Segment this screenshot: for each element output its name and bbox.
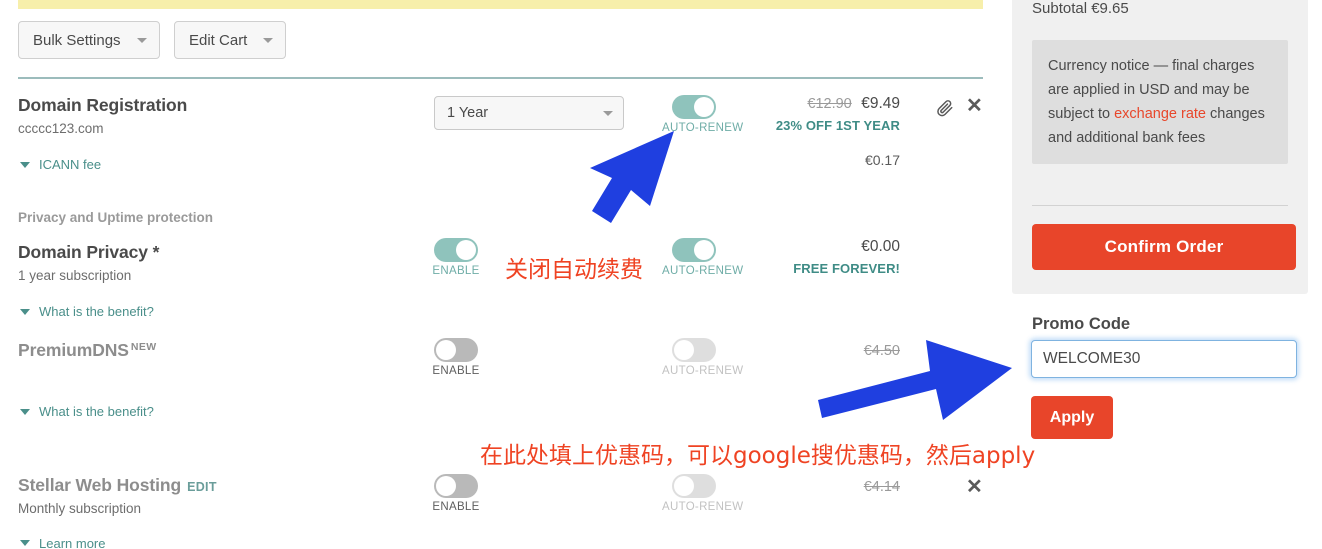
promo-code-title: Promo Code <box>1032 315 1131 333</box>
chevron-down-icon <box>20 308 30 315</box>
enable-toggle[interactable] <box>434 238 478 262</box>
term-value: 1 Year <box>447 105 489 121</box>
toggle-knob <box>456 240 476 260</box>
premiumdns-benefit-label: What is the benefit? <box>39 404 154 419</box>
edit-cart-label: Edit Cart <box>189 31 248 49</box>
price-current: €9.49 <box>861 95 900 112</box>
subtotal-text: Subtotal €9.65 <box>1032 0 1129 17</box>
promo-code-input[interactable] <box>1031 340 1297 378</box>
icann-fee-price: €0.17 <box>864 152 900 168</box>
apply-promo-button[interactable]: Apply <box>1031 396 1113 439</box>
toggle-knob <box>436 476 456 496</box>
paperclip-icon[interactable] <box>936 99 954 122</box>
enable-toggle-wrap-privacy: ENABLE <box>424 238 488 277</box>
close-icon[interactable]: ✕ <box>966 477 983 497</box>
cart-toolbar: Bulk Settings Edit Cart <box>18 21 287 59</box>
enable-toggle-wrap-premiumdns: ENABLE <box>424 338 488 377</box>
item-name: Domain Privacy * <box>18 242 160 262</box>
auto-renew-label: AUTO-RENEW <box>662 365 744 377</box>
premiumdns-benefit-disclosure[interactable]: What is the benefit? <box>20 404 154 419</box>
edit-hosting-link[interactable]: EDIT <box>187 480 217 494</box>
annotation-arrow-auto-renew <box>590 131 674 223</box>
price-block-domain: €12.90 €9.49 23% OFF 1ST YEAR €0.17 <box>700 95 900 168</box>
hosting-learn-more-disclosure[interactable]: Learn more <box>20 537 105 549</box>
term-select[interactable]: 1 Year <box>434 96 624 130</box>
toggle-knob <box>674 340 694 360</box>
sidebar-divider <box>1032 205 1288 206</box>
edit-cart-dropdown[interactable]: Edit Cart <box>174 21 287 59</box>
hosting-learn-more-label: Learn more <box>39 537 106 549</box>
bulk-settings-label: Bulk Settings <box>33 31 121 49</box>
item-name: PremiumDNS <box>18 340 129 360</box>
enable-toggle-wrap-hosting: ENABLE <box>424 474 488 513</box>
item-subtitle: ccccc123.com <box>18 121 104 136</box>
annotation-auto-renew-note: 关闭自动续费 <box>505 257 643 283</box>
icann-fee-label: ICANN fee <box>39 157 102 172</box>
price-original: €4.14 <box>863 479 900 495</box>
confirm-order-button[interactable]: Confirm Order <box>1032 224 1296 270</box>
price-block-hosting: €4.14 <box>700 479 900 495</box>
price-block-privacy: €0.00 FREE FOREVER! <box>700 238 900 276</box>
exchange-rate-link[interactable]: exchange rate <box>1114 106 1206 122</box>
enable-label: ENABLE <box>432 501 480 513</box>
annotation-arrow-promo <box>818 340 1012 420</box>
chevron-down-icon <box>603 110 613 116</box>
price-promo-text: 23% OFF 1ST YEAR <box>775 118 900 133</box>
annotation-promo-note: 在此处填上优惠码，可以google搜优惠码，然后apply <box>480 443 1036 469</box>
chevron-down-icon <box>20 408 30 415</box>
icann-fee-disclosure[interactable]: ICANN fee <box>20 157 101 172</box>
section-label-privacy: Privacy and Uptime protection <box>18 210 214 225</box>
price-original: €12.90 <box>807 96 852 112</box>
enable-toggle[interactable] <box>434 474 478 498</box>
privacy-benefit-label: What is the benefit? <box>39 304 154 319</box>
privacy-benefit-disclosure[interactable]: What is the benefit? <box>20 304 154 319</box>
item-name: Stellar Web Hosting <box>18 475 182 495</box>
chevron-down-icon <box>263 37 274 43</box>
item-name: Domain Registration <box>18 95 188 115</box>
price-current: €0.00 <box>861 238 900 255</box>
toggle-knob <box>436 340 456 360</box>
chevron-down-icon <box>137 37 147 43</box>
currency-notice: Currency notice — final charges are appl… <box>1032 40 1288 164</box>
item-subtitle: Monthly subscription <box>18 501 142 516</box>
chevron-down-icon <box>20 161 30 168</box>
enable-label: ENABLE <box>432 365 480 377</box>
enable-label: ENABLE <box>432 265 480 277</box>
price-promo-text: FREE FOREVER! <box>793 261 900 276</box>
toggle-knob <box>674 476 694 496</box>
chevron-down-icon <box>20 540 30 546</box>
auto-renew-label: AUTO-RENEW <box>662 501 744 513</box>
close-icon[interactable]: ✕ <box>966 96 983 116</box>
item-subtitle: 1 year subscription <box>18 268 132 283</box>
enable-toggle[interactable] <box>434 338 478 362</box>
new-badge: NEW <box>130 340 157 353</box>
bulk-settings-dropdown[interactable]: Bulk Settings <box>18 21 160 59</box>
section-divider <box>18 77 983 79</box>
